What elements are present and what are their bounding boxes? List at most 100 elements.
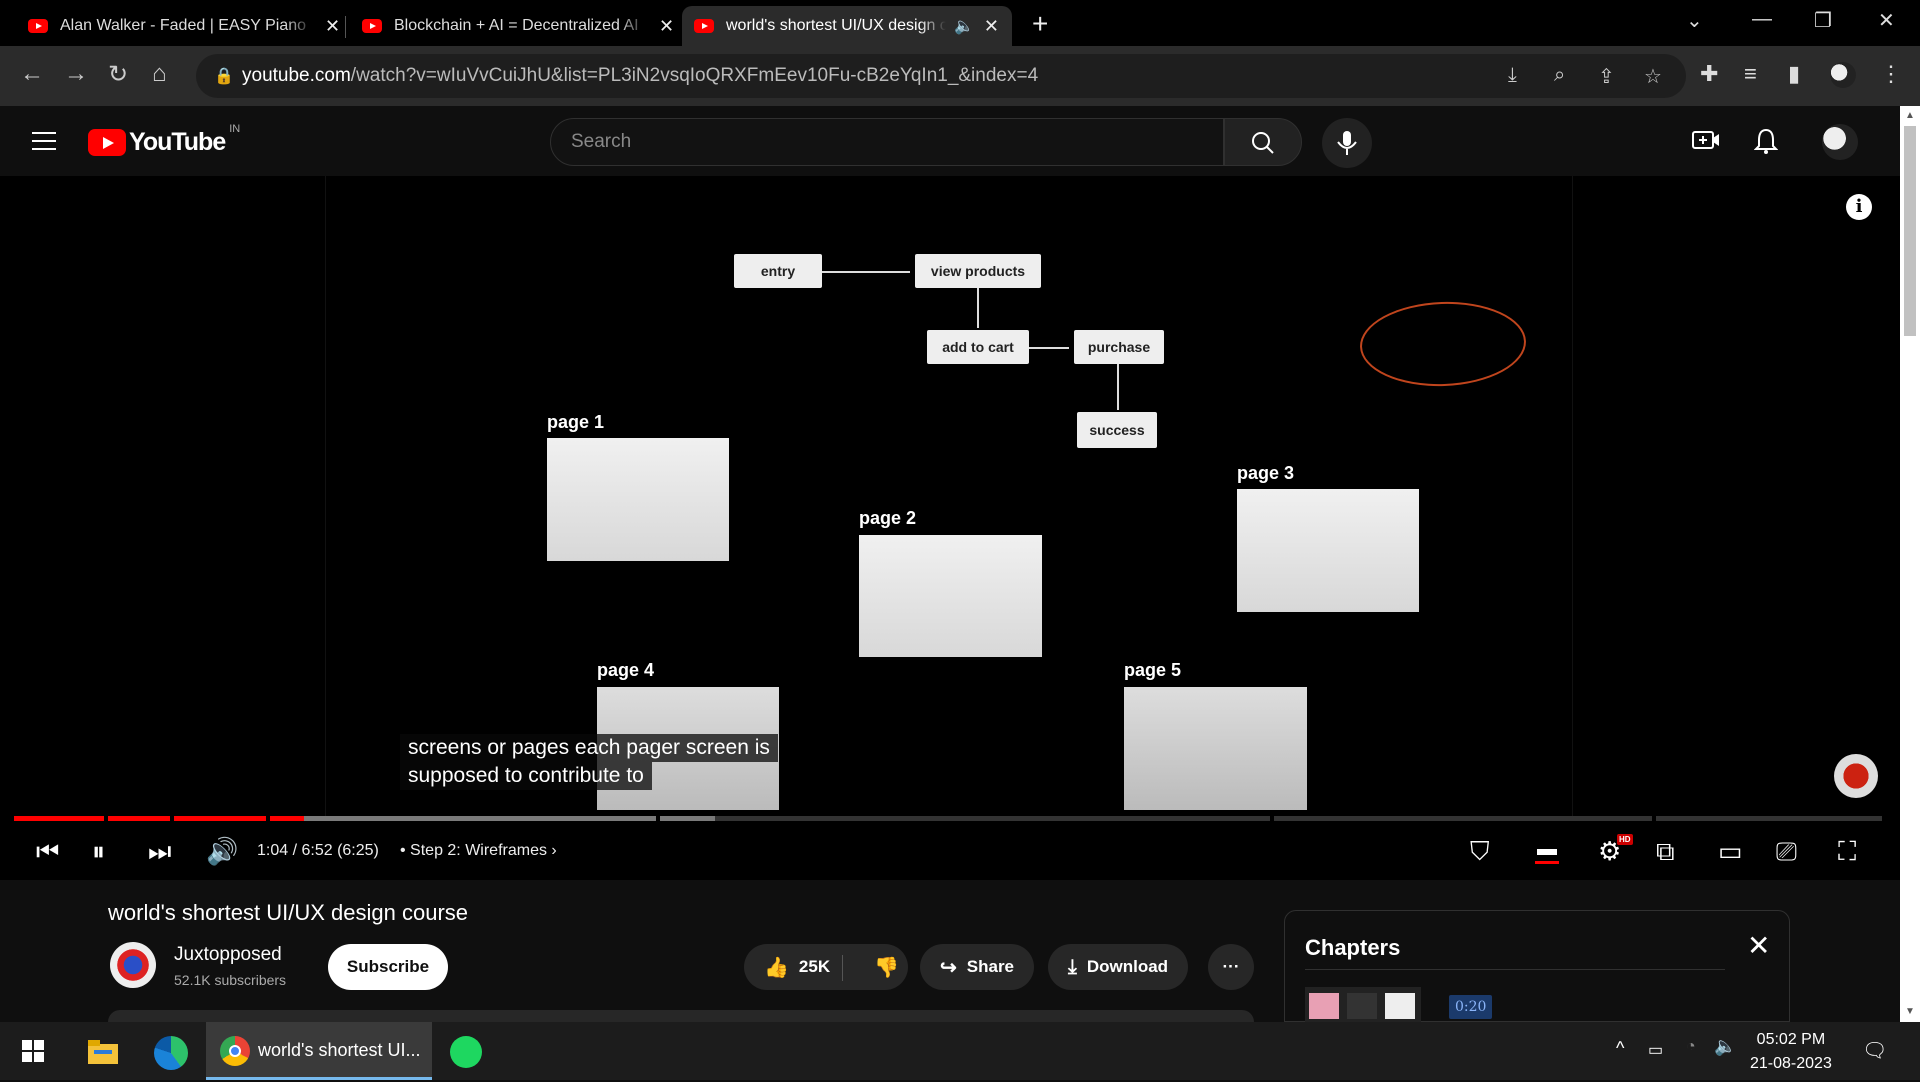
scrollbar-thumb[interactable]	[1904, 126, 1916, 336]
divider	[1305, 969, 1725, 970]
voice-search-button[interactable]	[1322, 118, 1372, 168]
create-video-icon[interactable]	[1692, 128, 1720, 159]
thumbs-up-icon[interactable]: 👍	[764, 955, 789, 980]
video-frame[interactable]: entry view products add to cart purchase…	[325, 176, 1573, 816]
tab-close-icon[interactable]: ✕	[325, 16, 340, 37]
tab-close-icon[interactable]: ✕	[984, 16, 999, 37]
home-icon[interactable]: ⌂	[152, 60, 167, 88]
tab-title: world's shortest UI/UX design course	[726, 17, 946, 34]
chapter-marker	[1270, 816, 1274, 821]
taskbar-chrome-item[interactable]: world's shortest UI...	[206, 1022, 432, 1080]
browser-tab-active[interactable]: world's shortest UI/UX design course 🔈 ✕	[682, 6, 1012, 46]
tab-title: Blockchain + AI = Decentralized AI	[394, 17, 639, 34]
autoplay-toggle-icon[interactable]: ⛉	[1470, 836, 1490, 868]
subtitles-icon[interactable]: ▬	[1535, 838, 1559, 864]
diagram-node-success: success	[1077, 412, 1157, 448]
kebab-menu-icon[interactable]: ⋮	[1880, 61, 1902, 87]
share-page-icon[interactable]: ⇪	[1598, 64, 1615, 89]
browser-tab[interactable]: Blockchain + AI = Decentralized AI ✕	[350, 6, 686, 46]
progress-played	[14, 816, 304, 821]
fullscreen-icon[interactable]: ⛶	[1838, 836, 1856, 868]
theater-mode-icon[interactable]: ▭	[1718, 836, 1743, 867]
progress-bar[interactable]	[14, 816, 1882, 821]
forward-arrow-icon[interactable]: →	[64, 60, 88, 88]
tab-divider	[345, 16, 346, 38]
wifi-icon[interactable]: ◔	[1686, 1038, 1696, 1080]
next-icon[interactable]: ⏭	[148, 836, 171, 868]
miniplayer-icon[interactable]: ⧉	[1656, 836, 1675, 868]
zoom-icon[interactable]: ⌕	[1554, 64, 1565, 87]
account-avatar[interactable]	[1822, 124, 1858, 160]
chapter-marker	[104, 816, 108, 821]
speaker-icon[interactable]: 🔈	[1714, 1036, 1736, 1078]
reload-icon[interactable]: ↻	[108, 60, 128, 89]
battery-icon[interactable]: ▭	[1648, 1040, 1663, 1082]
info-icon[interactable]: i	[1846, 194, 1872, 220]
back-arrow-icon[interactable]: ←	[20, 60, 44, 88]
player-controls: ⏮ ⏸ ⏭ 🔊 1:04 / 6:52 (6:25) • Step 2: Wir…	[0, 826, 1900, 880]
search-input[interactable]	[551, 119, 1223, 165]
scroll-up-icon[interactable]: ▲	[1905, 110, 1915, 121]
youtube-favicon-icon	[28, 19, 48, 33]
close-icon[interactable]: ✕	[1747, 929, 1770, 962]
youtube-play-icon	[88, 129, 126, 156]
browser-tab[interactable]: Alan Walker - Faded | EASY Piano ✕	[16, 6, 352, 46]
system-clock[interactable]: 05:02 PM 21-08-2023	[1750, 1028, 1832, 1076]
pause-icon[interactable]: ⏸	[92, 836, 105, 868]
search-button[interactable]	[1224, 118, 1302, 166]
share-button[interactable]: ↪ Share	[920, 944, 1035, 990]
youtube-logo[interactable]: YouTube IN	[88, 123, 240, 157]
media-control-icon[interactable]: ≡	[1744, 61, 1757, 87]
tab-search-chevron-icon[interactable]: ⌄	[1686, 8, 1703, 33]
page-label: page 1	[547, 412, 605, 432]
current-chapter[interactable]: • Step 2: Wireframes ›	[400, 842, 557, 860]
side-panel-icon[interactable]: ▮	[1788, 61, 1800, 87]
scroll-down-icon[interactable]: ▼	[1905, 1006, 1915, 1017]
notification-center-icon[interactable]: 🗨	[1862, 1038, 1887, 1080]
hamburger-menu-icon[interactable]	[32, 132, 56, 150]
page-label: page 3	[1237, 463, 1295, 483]
chapters-panel: Chapters ✕ 0:20	[1284, 910, 1790, 1023]
channel-name[interactable]: Juxtopposed	[174, 944, 282, 966]
previous-icon[interactable]: ⏮	[36, 836, 59, 868]
wireframe-page	[547, 438, 729, 561]
notifications-bell-icon[interactable]	[1753, 128, 1779, 161]
tab-audio-icon[interactable]: 🔈	[954, 16, 974, 36]
cast-icon[interactable]: ⎚	[1776, 836, 1797, 868]
extensions-puzzle-icon[interactable]: ✚	[1700, 61, 1718, 87]
channel-watermark[interactable]	[1834, 754, 1878, 798]
new-tab-button[interactable]: +	[1032, 8, 1048, 40]
lock-icon[interactable]: 🔒	[214, 66, 234, 86]
bookmark-star-icon[interactable]: ☆	[1644, 64, 1662, 89]
url-text: youtube.com/watch?v=wIuVvCuiJhU&list=PL3…	[242, 65, 1039, 86]
restore-button[interactable]: ❐	[1814, 8, 1832, 33]
video-player[interactable]: entry view products add to cart purchase…	[0, 176, 1900, 880]
chapter-timestamp[interactable]: 0:20	[1449, 995, 1493, 1019]
volume-icon[interactable]: 🔊	[206, 836, 238, 867]
profile-avatar[interactable]	[1830, 62, 1856, 88]
close-window-button[interactable]: ✕	[1878, 8, 1895, 33]
show-hidden-icons-chevron-icon[interactable]: ^	[1616, 1038, 1624, 1080]
download-button[interactable]: ⤓ Download	[1048, 944, 1189, 990]
channel-avatar[interactable]	[110, 942, 156, 988]
windows-taskbar: world's shortest UI... ^ ▭ ◔ 🔈 05:02 PM …	[0, 1022, 1920, 1080]
file-explorer-icon[interactable]	[88, 1038, 118, 1080]
subscribe-button[interactable]: Subscribe	[328, 944, 448, 990]
windows-start-icon[interactable]	[22, 1040, 44, 1082]
address-bar[interactable]: 🔒 youtube.com/watch?v=wIuVvCuiJhU&list=P…	[196, 54, 1686, 98]
download-label: Download	[1086, 957, 1169, 976]
tab-close-icon[interactable]: ✕	[659, 16, 674, 37]
spotify-icon[interactable]	[450, 1036, 482, 1068]
more-actions-button[interactable]: ···	[1208, 944, 1254, 990]
search-box[interactable]	[550, 118, 1224, 166]
install-app-icon[interactable]: ⤓	[1508, 64, 1517, 87]
browser-tab-strip: Alan Walker - Faded | EASY Piano ✕ Block…	[0, 0, 1920, 46]
edge-browser-icon[interactable]	[154, 1036, 188, 1070]
caption-line: supposed to contribute to	[400, 762, 652, 790]
thumbs-down-icon[interactable]: 👎	[874, 955, 899, 980]
minimize-button[interactable]: —	[1752, 8, 1772, 31]
page-scrollbar[interactable]: ▲ ▼	[1900, 106, 1920, 1022]
description-box[interactable]	[108, 1010, 1254, 1022]
like-count[interactable]: 25K	[799, 957, 830, 977]
chapter-thumbnail[interactable]	[1305, 987, 1421, 1023]
